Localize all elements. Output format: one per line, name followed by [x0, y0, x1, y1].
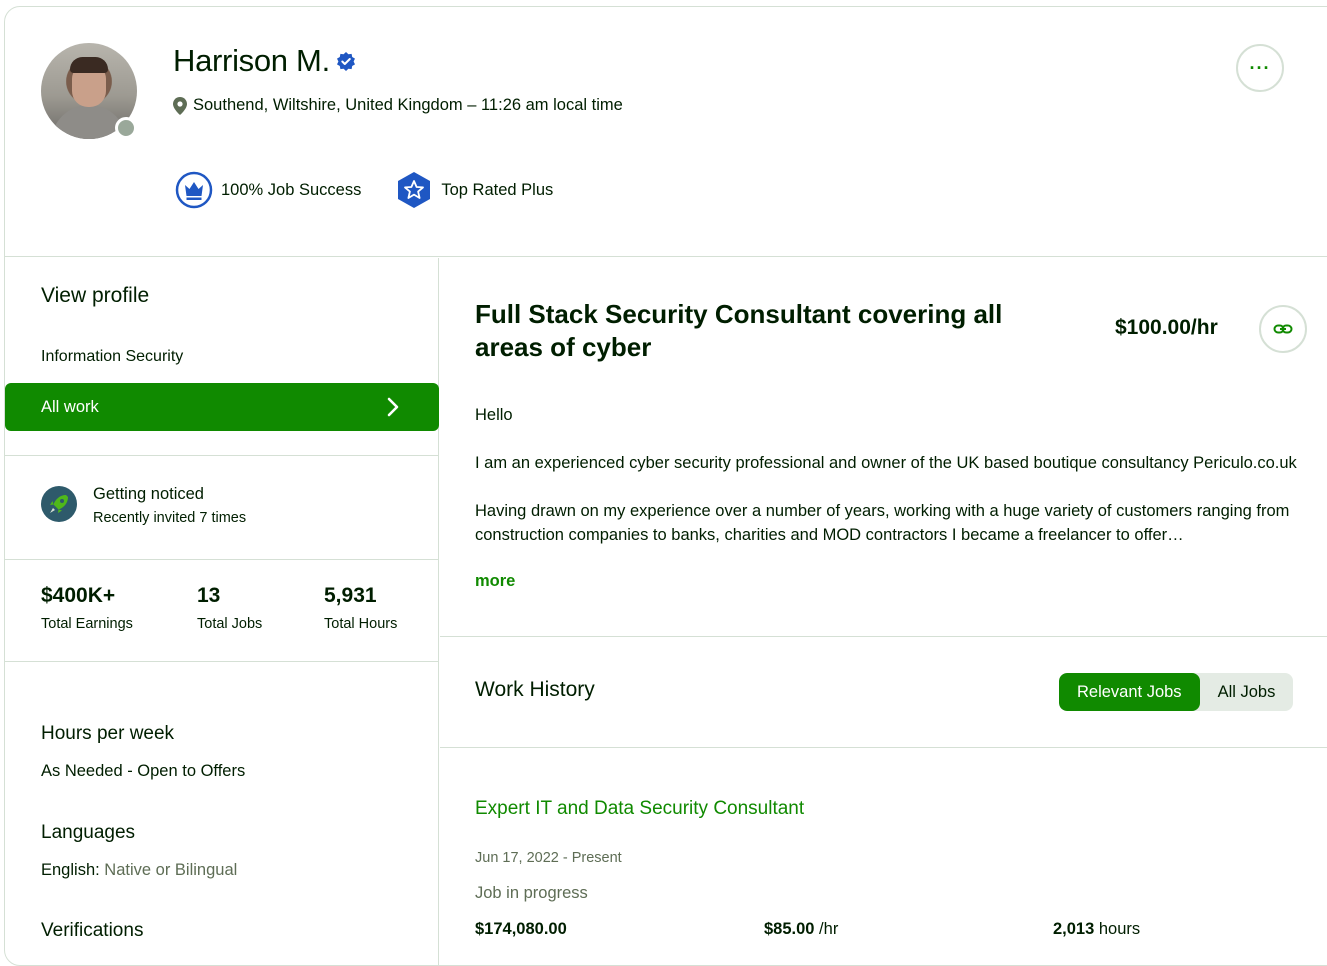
hours-per-week-value: As Needed - Open to Offers	[41, 762, 246, 780]
location-pin-icon	[173, 96, 187, 115]
job-rate-unit: /hr	[814, 920, 839, 938]
profile-name: Harrison M.	[173, 43, 330, 78]
badges: 100% Job Success Top Rated Plus	[175, 171, 553, 209]
description-paragraph: I am an experienced cyber security profe…	[475, 454, 1297, 472]
online-status-dot	[115, 117, 137, 139]
verified-icon	[337, 52, 355, 71]
description-paragraph: Hello	[475, 406, 513, 424]
profile-description: Hello I am an experienced cyber security…	[475, 403, 1305, 547]
job-hours: 2,013 hours	[1053, 920, 1140, 939]
chevron-right-icon	[387, 397, 399, 417]
profile-header: Harrison M. Southend, Wiltshire, United …	[5, 7, 1327, 257]
all-work-label: All work	[41, 397, 99, 416]
description-paragraph: Having drawn on my experience over a num…	[475, 502, 1290, 544]
top-rated-plus-label: Top Rated Plus	[441, 180, 554, 199]
job-title-link[interactable]: Expert IT and Data Security Consultant	[475, 798, 804, 820]
sidebar: View profile Information Security All wo…	[5, 258, 439, 965]
language-name: English:	[41, 861, 100, 879]
main-content: Full Stack Security Consultant covering …	[440, 258, 1327, 965]
specialized-profile-link[interactable]: Information Security	[41, 348, 183, 366]
job-dates: Jun 17, 2022 - Present	[475, 850, 622, 866]
crown-icon	[175, 171, 213, 209]
work-history-toggle: Relevant Jobs All Jobs	[1059, 673, 1294, 711]
stat-label: Total Earnings	[41, 616, 133, 632]
divider	[440, 747, 1327, 748]
languages-title: Languages	[41, 822, 136, 843]
getting-noticed-title: Getting noticed	[93, 485, 204, 503]
divider	[5, 455, 439, 456]
tab-relevant-jobs[interactable]: Relevant Jobs	[1059, 673, 1200, 711]
stat-label: Total Hours	[324, 616, 398, 632]
tab-all-jobs[interactable]: All Jobs	[1200, 673, 1294, 711]
divider	[440, 636, 1327, 637]
copy-link-button[interactable]	[1259, 305, 1307, 353]
stat-total-jobs: 13 Total Jobs	[197, 584, 262, 632]
more-icon: ···	[1249, 57, 1271, 78]
language-level: Native or Bilingual	[104, 861, 238, 879]
more-options-button[interactable]: ···	[1236, 44, 1284, 92]
location: Southend, Wiltshire, United Kingdom – 11…	[173, 96, 623, 115]
job-success-badge[interactable]: 100% Job Success	[175, 171, 361, 209]
job-status: Job in progress	[475, 884, 588, 902]
job-rate: $85.00 /hr	[764, 920, 838, 939]
rocket-icon	[41, 486, 77, 522]
profile-title: Full Stack Security Consultant covering …	[475, 299, 1003, 362]
verifications-title: Verifications	[41, 920, 144, 941]
stat-value: 13	[197, 584, 221, 607]
getting-noticed-subtitle: Recently invited 7 times	[93, 510, 247, 526]
language-item: English: Native or Bilingual	[41, 861, 237, 880]
divider	[5, 661, 439, 662]
location-text: Southend, Wiltshire, United Kingdom – 11…	[193, 96, 623, 114]
job-rate-value: $85.00	[764, 920, 815, 938]
star-shield-icon	[398, 172, 431, 208]
job-earned-value: $174,080.00	[475, 920, 567, 938]
job-success-label: 100% Job Success	[221, 180, 362, 199]
stat-value: 5,931	[324, 584, 377, 607]
divider	[5, 559, 439, 560]
stat-total-hours: 5,931 Total Hours	[324, 584, 397, 632]
work-history-title: Work History	[475, 678, 595, 701]
link-icon	[1273, 324, 1293, 334]
more-link[interactable]: more	[475, 572, 515, 591]
job-hours-value: 2,013	[1053, 920, 1095, 938]
stat-total-earnings: $400K+ Total Earnings	[41, 584, 133, 632]
stat-value: $400K+	[41, 584, 116, 607]
top-rated-plus-badge[interactable]: Top Rated Plus	[395, 171, 553, 209]
profile-card: Harrison M. Southend, Wiltshire, United …	[4, 6, 1327, 966]
job-hours-unit: hours	[1094, 920, 1141, 938]
all-work-button[interactable]: All work	[5, 383, 439, 431]
view-profile-heading: View profile	[41, 284, 150, 307]
stat-label: Total Jobs	[197, 616, 263, 632]
hourly-rate: $100.00/hr	[1115, 316, 1218, 339]
hours-per-week-title: Hours per week	[41, 723, 175, 744]
job-earned: $174,080.00	[475, 920, 567, 939]
